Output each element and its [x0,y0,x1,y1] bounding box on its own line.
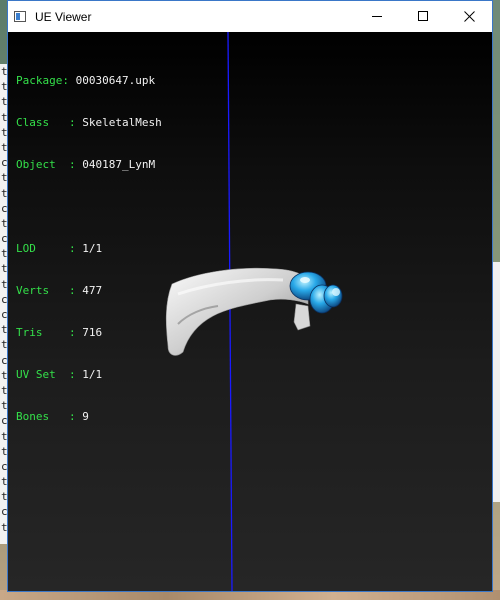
ue-viewer-window: UE Viewer Package: 00030647.upk Class: … [7,0,493,592]
info-row-package: Package: 00030647.upk [16,74,162,88]
app-icon[interactable] [14,11,26,22]
title-bar[interactable]: UE Viewer [8,1,492,32]
info-value: 1/1 [82,242,103,255]
info-value: SkeletalMesh [82,116,162,129]
info-row-verts: Verts : 477 [16,284,162,298]
info-label: Tris : [16,326,83,339]
maximize-button[interactable] [400,1,446,32]
skeletal-mesh-model[interactable] [158,264,348,364]
maximize-icon [417,11,428,21]
close-button[interactable] [446,1,492,32]
info-row-class: Class : SkeletalMesh [16,116,162,130]
info-value: 040187_LynM [82,158,156,171]
info-row-uvset: UV Set : 1/1 [16,368,162,382]
info-label: Bones : [16,410,83,423]
info-label: Class : [16,116,83,129]
close-icon [463,11,475,22]
info-label: UV Set : [16,368,83,381]
minimize-button[interactable] [354,1,400,32]
minimize-icon [371,16,382,17]
info-value: 1/1 [82,368,103,381]
info-value: 00030647.upk [75,74,156,87]
info-label: LOD : [16,242,83,255]
window-title: UE Viewer [35,9,92,24]
info-label: Object : [16,158,83,171]
info-value: 477 [82,284,103,297]
info-value: 716 [82,326,103,339]
background-window-right [492,262,500,502]
info-label: Verts : [16,284,83,297]
info-value: 9 [82,410,89,423]
window-controls [354,1,492,32]
info-row-bones: Bones : 9 [16,410,162,424]
info-label: Package: [16,74,76,87]
info-row-tris: Tris : 716 [16,326,162,340]
3d-viewport[interactable]: Package: 00030647.upk Class : SkeletalMe… [8,32,492,591]
info-row-lod: LOD : 1/1 [16,242,162,256]
info-row-object: Object : 040187_LynM [16,158,162,172]
mesh-info-overlay: Package: 00030647.upk Class : SkeletalMe… [16,46,162,452]
